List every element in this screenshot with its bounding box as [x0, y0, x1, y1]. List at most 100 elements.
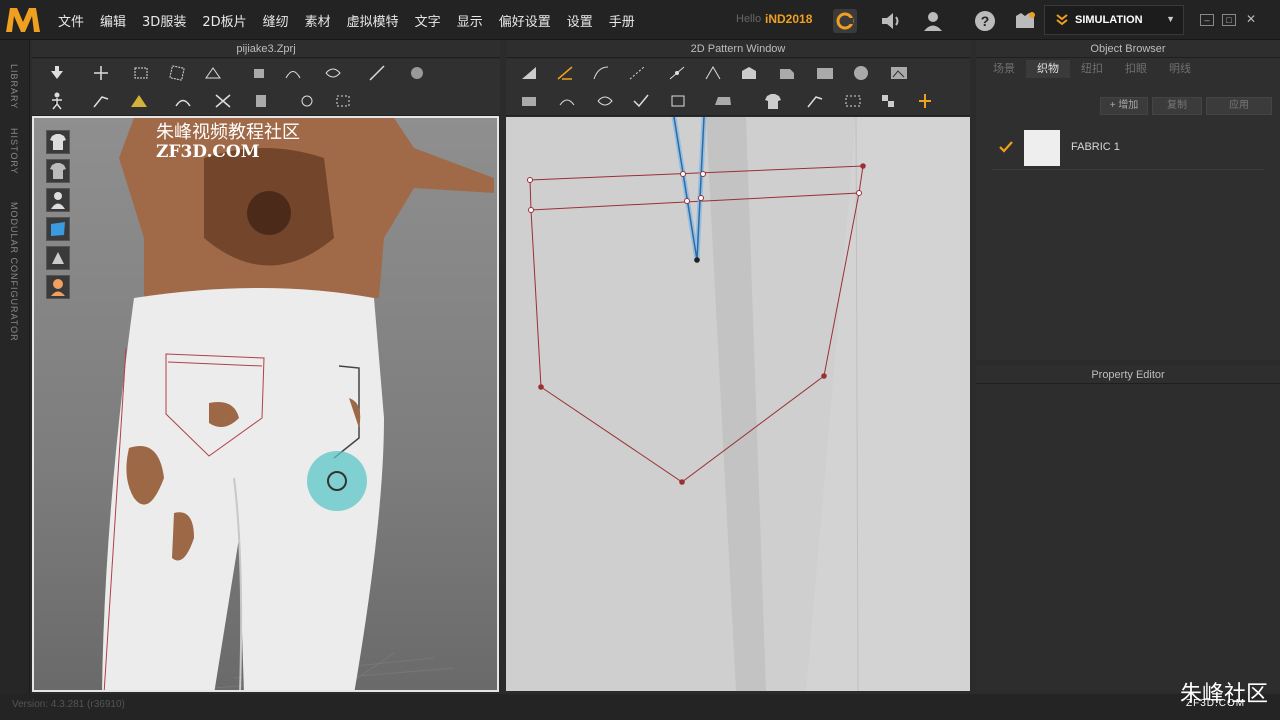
tab-scene[interactable]: 场景	[982, 60, 1026, 78]
apply-fabric-button[interactable]: 应用	[1206, 97, 1272, 115]
steam-iron-icon[interactable]	[712, 91, 734, 111]
menu-manual[interactable]: 手册	[609, 11, 635, 30]
select-move-icon[interactable]	[46, 63, 68, 83]
chevron-double-down-icon	[1056, 14, 1068, 26]
hello-label: Hello	[736, 13, 762, 25]
fabric-texture-button[interactable]	[46, 217, 70, 241]
fabric-name: FABRIC 1	[1071, 141, 1120, 153]
menu-bar: 文件 编辑 3D服装 2D板片 缝纫 素材 虚拟模特 文字 显示 偏好设置 设置…	[0, 0, 1280, 40]
dropdown-arrow-icon: ▼	[1166, 14, 1175, 24]
menu-edit[interactable]: 编辑	[100, 11, 126, 30]
fold-tool-icon[interactable]	[128, 91, 150, 111]
menu-3d-garment[interactable]: 3D服装	[142, 11, 186, 30]
check-icon	[999, 141, 1013, 153]
app-logo-icon[interactable]	[4, 4, 42, 36]
minimize-button[interactable]: –	[1200, 14, 1214, 26]
checker-icon[interactable]	[878, 91, 900, 111]
edit-curvature-icon[interactable]	[702, 63, 724, 83]
offset-line-icon[interactable]	[666, 63, 688, 83]
copy-fabric-button[interactable]: 复制	[1152, 97, 1202, 115]
view2d-title: 2D Pattern Window	[690, 43, 786, 55]
menu-avatar[interactable]: 虚拟模特	[347, 11, 399, 30]
watermark-en: ZF3D.COM	[156, 142, 260, 162]
user-name[interactable]: iND2018	[765, 12, 812, 26]
marketplace-icon[interactable]	[1012, 8, 1038, 34]
texture-tool-icon[interactable]	[332, 91, 354, 111]
add-point-icon[interactable]	[626, 63, 648, 83]
sew-segment-icon[interactable]	[518, 91, 540, 111]
svg-text:?: ?	[981, 13, 990, 29]
check-sewing-icon[interactable]	[630, 91, 652, 111]
tab-fabric[interactable]: 织物	[1026, 60, 1070, 78]
modular-configurator-tab[interactable]: MODULAR CONFIGURATOR	[9, 202, 19, 342]
edit-sewing-icon[interactable]	[668, 91, 690, 111]
segment-sewing-icon[interactable]	[322, 63, 344, 83]
watermark-cn: 朱峰视频教程社区	[156, 122, 300, 143]
measure-icon[interactable]	[172, 91, 194, 111]
menu-file[interactable]: 文件	[58, 11, 84, 30]
garment-display-button[interactable]	[46, 130, 70, 154]
wireframe-button[interactable]	[46, 246, 70, 270]
avatar-render	[102, 118, 494, 690]
menu-sewing[interactable]: 缝纫	[263, 11, 289, 30]
menu-preferences[interactable]: 偏好设置	[499, 11, 551, 30]
library-tab[interactable]: LIBRARY	[9, 64, 19, 109]
garment-shaded-button[interactable]	[46, 159, 70, 183]
shirt-icon	[50, 134, 66, 150]
lasso-select-icon[interactable]	[166, 63, 188, 83]
internal-polygon-icon[interactable]	[776, 63, 798, 83]
mesh-icon	[52, 252, 64, 264]
simulation-mode-select[interactable]: SIMULATION ▼	[1044, 5, 1184, 35]
view3d-viewport[interactable]: 朱峰视频教程社区 ZF3D.COM	[32, 116, 499, 692]
transform-icon[interactable]	[90, 63, 112, 83]
cut-icon[interactable]	[212, 91, 234, 111]
fabric-list-item[interactable]: FABRIC 1	[992, 126, 1264, 170]
tab-button[interactable]: 纽扣	[1070, 60, 1114, 78]
rectangle-icon[interactable]	[814, 63, 836, 83]
help-icon[interactable]: ?	[972, 8, 998, 34]
garment-pattern-icon[interactable]	[762, 91, 784, 111]
pleat-icon[interactable]	[804, 91, 826, 111]
circle-icon[interactable]	[850, 63, 872, 83]
cloud-sync-icon[interactable]	[832, 8, 858, 34]
button-tool-icon[interactable]	[296, 91, 318, 111]
view2d-viewport[interactable]	[506, 117, 970, 691]
edit-point-icon[interactable]	[554, 63, 576, 83]
polygon-icon[interactable]	[738, 63, 760, 83]
trace-icon[interactable]	[888, 63, 910, 83]
pin-garment-icon[interactable]	[90, 91, 112, 111]
sew-multi-icon[interactable]	[594, 91, 616, 111]
add-fabric-button[interactable]: + 增加	[1100, 97, 1148, 115]
edit-curve-icon[interactable]	[282, 63, 304, 83]
transform-pattern-icon[interactable]	[518, 63, 540, 83]
sew-free-icon[interactable]	[556, 91, 578, 111]
avatar-skin-button[interactable]	[46, 275, 70, 299]
menu-settings[interactable]: 设置	[567, 11, 593, 30]
fold-arrangement-icon[interactable]	[202, 63, 224, 83]
menu-text[interactable]: 文字	[415, 11, 441, 30]
curve-point-icon[interactable]	[590, 63, 612, 83]
menu-materials[interactable]: 素材	[305, 11, 331, 30]
object-browser-title: Object Browser	[1090, 43, 1166, 55]
speaker-icon[interactable]	[878, 8, 904, 34]
history-tab[interactable]: HISTORY	[9, 128, 19, 175]
grid-texture-icon[interactable]	[842, 91, 864, 111]
symmetry-icon[interactable]	[914, 91, 936, 111]
menu-2d-pattern[interactable]: 2D板片	[202, 11, 246, 30]
maximize-button[interactable]: □	[1222, 14, 1236, 26]
avatar-display-button[interactable]	[46, 188, 70, 212]
close-button[interactable]: ✕	[1244, 13, 1258, 26]
brand-watermark-en: ZF3D.COM	[1186, 698, 1246, 709]
avatar-pose-icon[interactable]	[46, 91, 68, 111]
user-icon[interactable]	[920, 8, 946, 34]
fabric-tool-icon[interactable]	[250, 91, 272, 111]
tack-icon[interactable]	[406, 63, 428, 83]
pattern-canvas	[527, 117, 970, 691]
tab-buttonhole[interactable]: 扣眼	[1114, 60, 1158, 78]
pin-icon[interactable]	[366, 63, 388, 83]
box-select-icon[interactable]	[130, 63, 152, 83]
menu-display[interactable]: 显示	[457, 11, 483, 30]
edit-pattern-icon[interactable]	[248, 63, 270, 83]
tab-topstitch[interactable]: 明线	[1158, 60, 1202, 78]
avatar-icon	[51, 192, 65, 209]
